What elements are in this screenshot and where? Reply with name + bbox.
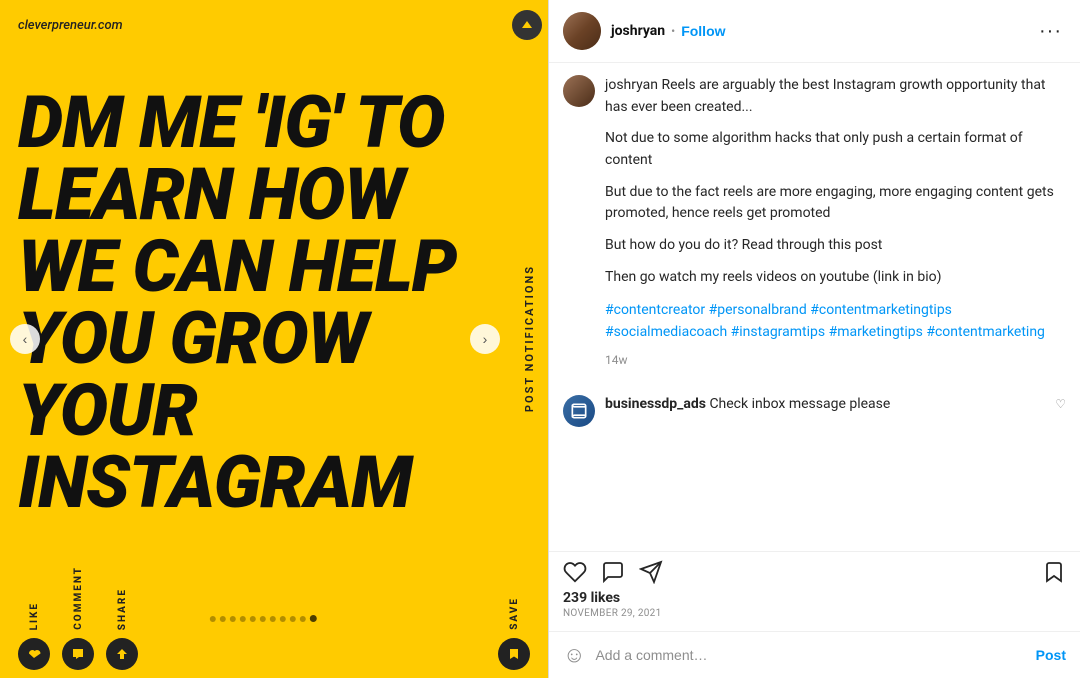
like-button[interactable] [18, 638, 50, 670]
dot-8[interactable] [280, 616, 286, 622]
caption-username[interactable]: joshryan [605, 77, 658, 93]
post-date: NOVEMBER 29, 2021 [563, 608, 1066, 619]
next-slide-button[interactable]: › [470, 324, 500, 354]
dot-3[interactable] [230, 616, 236, 622]
comment-username[interactable]: businessdp_ads [605, 396, 706, 412]
caption-p3: But how do you do it? Read through this … [605, 235, 1066, 257]
action-bar: 239 likes NOVEMBER 29, 2021 [549, 551, 1080, 631]
header-separator: • [671, 24, 675, 38]
caption-area: joshryan Reels are arguably the best Ins… [549, 63, 1080, 551]
action-icons-row [563, 560, 1066, 584]
comment-avatar[interactable] [563, 395, 595, 427]
caption-body: joshryan Reels are arguably the best Ins… [605, 75, 1066, 381]
dot-5[interactable] [250, 616, 256, 622]
dot-7[interactable] [270, 616, 276, 622]
follow-button[interactable]: Follow [681, 23, 725, 39]
slide-dots [210, 615, 317, 622]
dot-9[interactable] [290, 616, 296, 622]
like-action[interactable]: LIKE [18, 602, 50, 670]
dot-6[interactable] [260, 616, 266, 622]
dot-4[interactable] [240, 616, 246, 622]
comment-button[interactable] [62, 638, 94, 670]
main-headline-container: DM ME 'IG' TO LEARN HOW WE CAN HELP YOU … [0, 0, 548, 558]
comment-label: COMMENT [73, 566, 84, 630]
save-label: SAVE [509, 597, 520, 630]
emoji-button[interactable]: ☺ [563, 642, 585, 668]
share-icon-button[interactable] [639, 560, 663, 584]
post-username[interactable]: joshryan [611, 23, 665, 39]
comment-body: businessdp_ads Check inbox message pleas… [605, 395, 1045, 415]
comment-text: Check inbox message please [709, 396, 890, 412]
comment-heart-icon[interactable]: ♡ [1055, 395, 1066, 411]
like-label: LIKE [29, 602, 40, 630]
left-actions: LIKE COMMENT SHARE [18, 566, 138, 670]
main-headline: DM ME 'IG' TO LEARN HOW WE CAN HELP YOU … [18, 87, 493, 519]
comment-icon-button[interactable] [601, 560, 625, 584]
prev-slide-button[interactable]: ‹ [10, 324, 40, 354]
caption-main-text: Reels are arguably the best Instagram gr… [605, 77, 1046, 115]
like-icon-button[interactable] [563, 560, 587, 584]
post-notifications-sidebar: POST NOTIFICATIONS [510, 0, 548, 678]
user-avatar[interactable] [563, 12, 601, 50]
add-comment-bar: ☺ Post [549, 631, 1080, 678]
right-panel: joshryan • Follow ··· joshryan Reels are… [548, 0, 1080, 678]
post-header: joshryan • Follow ··· [549, 0, 1080, 63]
dot-10[interactable] [300, 616, 306, 622]
post-comment-button[interactable]: Post [1036, 647, 1066, 663]
caption-row: joshryan Reels are arguably the best Ins… [563, 75, 1066, 381]
caption-intro: joshryan Reels are arguably the best Ins… [605, 75, 1066, 118]
post-notifications-label: POST NOTIFICATIONS [523, 265, 536, 412]
time-ago: 14w [605, 353, 1066, 367]
left-panel: cleverpreneur.com POST NOTIFICATIONS DM … [0, 0, 548, 678]
dot-2[interactable] [220, 616, 226, 622]
caption-p2: But due to the fact reels are more engag… [605, 182, 1066, 225]
dot-1[interactable] [210, 616, 216, 622]
share-button[interactable] [106, 638, 138, 670]
caption-p1: Not due to some algorithm hacks that onl… [605, 128, 1066, 171]
comment-action[interactable]: COMMENT [62, 566, 94, 670]
bookmark-icon-button[interactable] [1042, 560, 1066, 584]
dot-11[interactable] [310, 615, 317, 622]
caption-avatar[interactable] [563, 75, 595, 107]
share-action[interactable]: SHARE [106, 588, 138, 670]
more-options-button[interactable]: ··· [1035, 20, 1066, 43]
username-row: joshryan • Follow [611, 23, 1035, 39]
comment-item: businessdp_ads Check inbox message pleas… [563, 395, 1066, 427]
comment-input[interactable] [595, 647, 1025, 663]
share-label: SHARE [117, 588, 128, 630]
caption-p4: Then go watch my reels videos on youtube… [605, 267, 1066, 289]
notifications-up-arrow[interactable] [512, 10, 542, 40]
likes-count: 239 likes [563, 590, 1066, 606]
hashtags[interactable]: #contentcreator #personalbrand #contentm… [605, 299, 1066, 344]
site-url: cleverpreneur.com [18, 18, 123, 33]
header-info: joshryan • Follow [601, 23, 1035, 39]
